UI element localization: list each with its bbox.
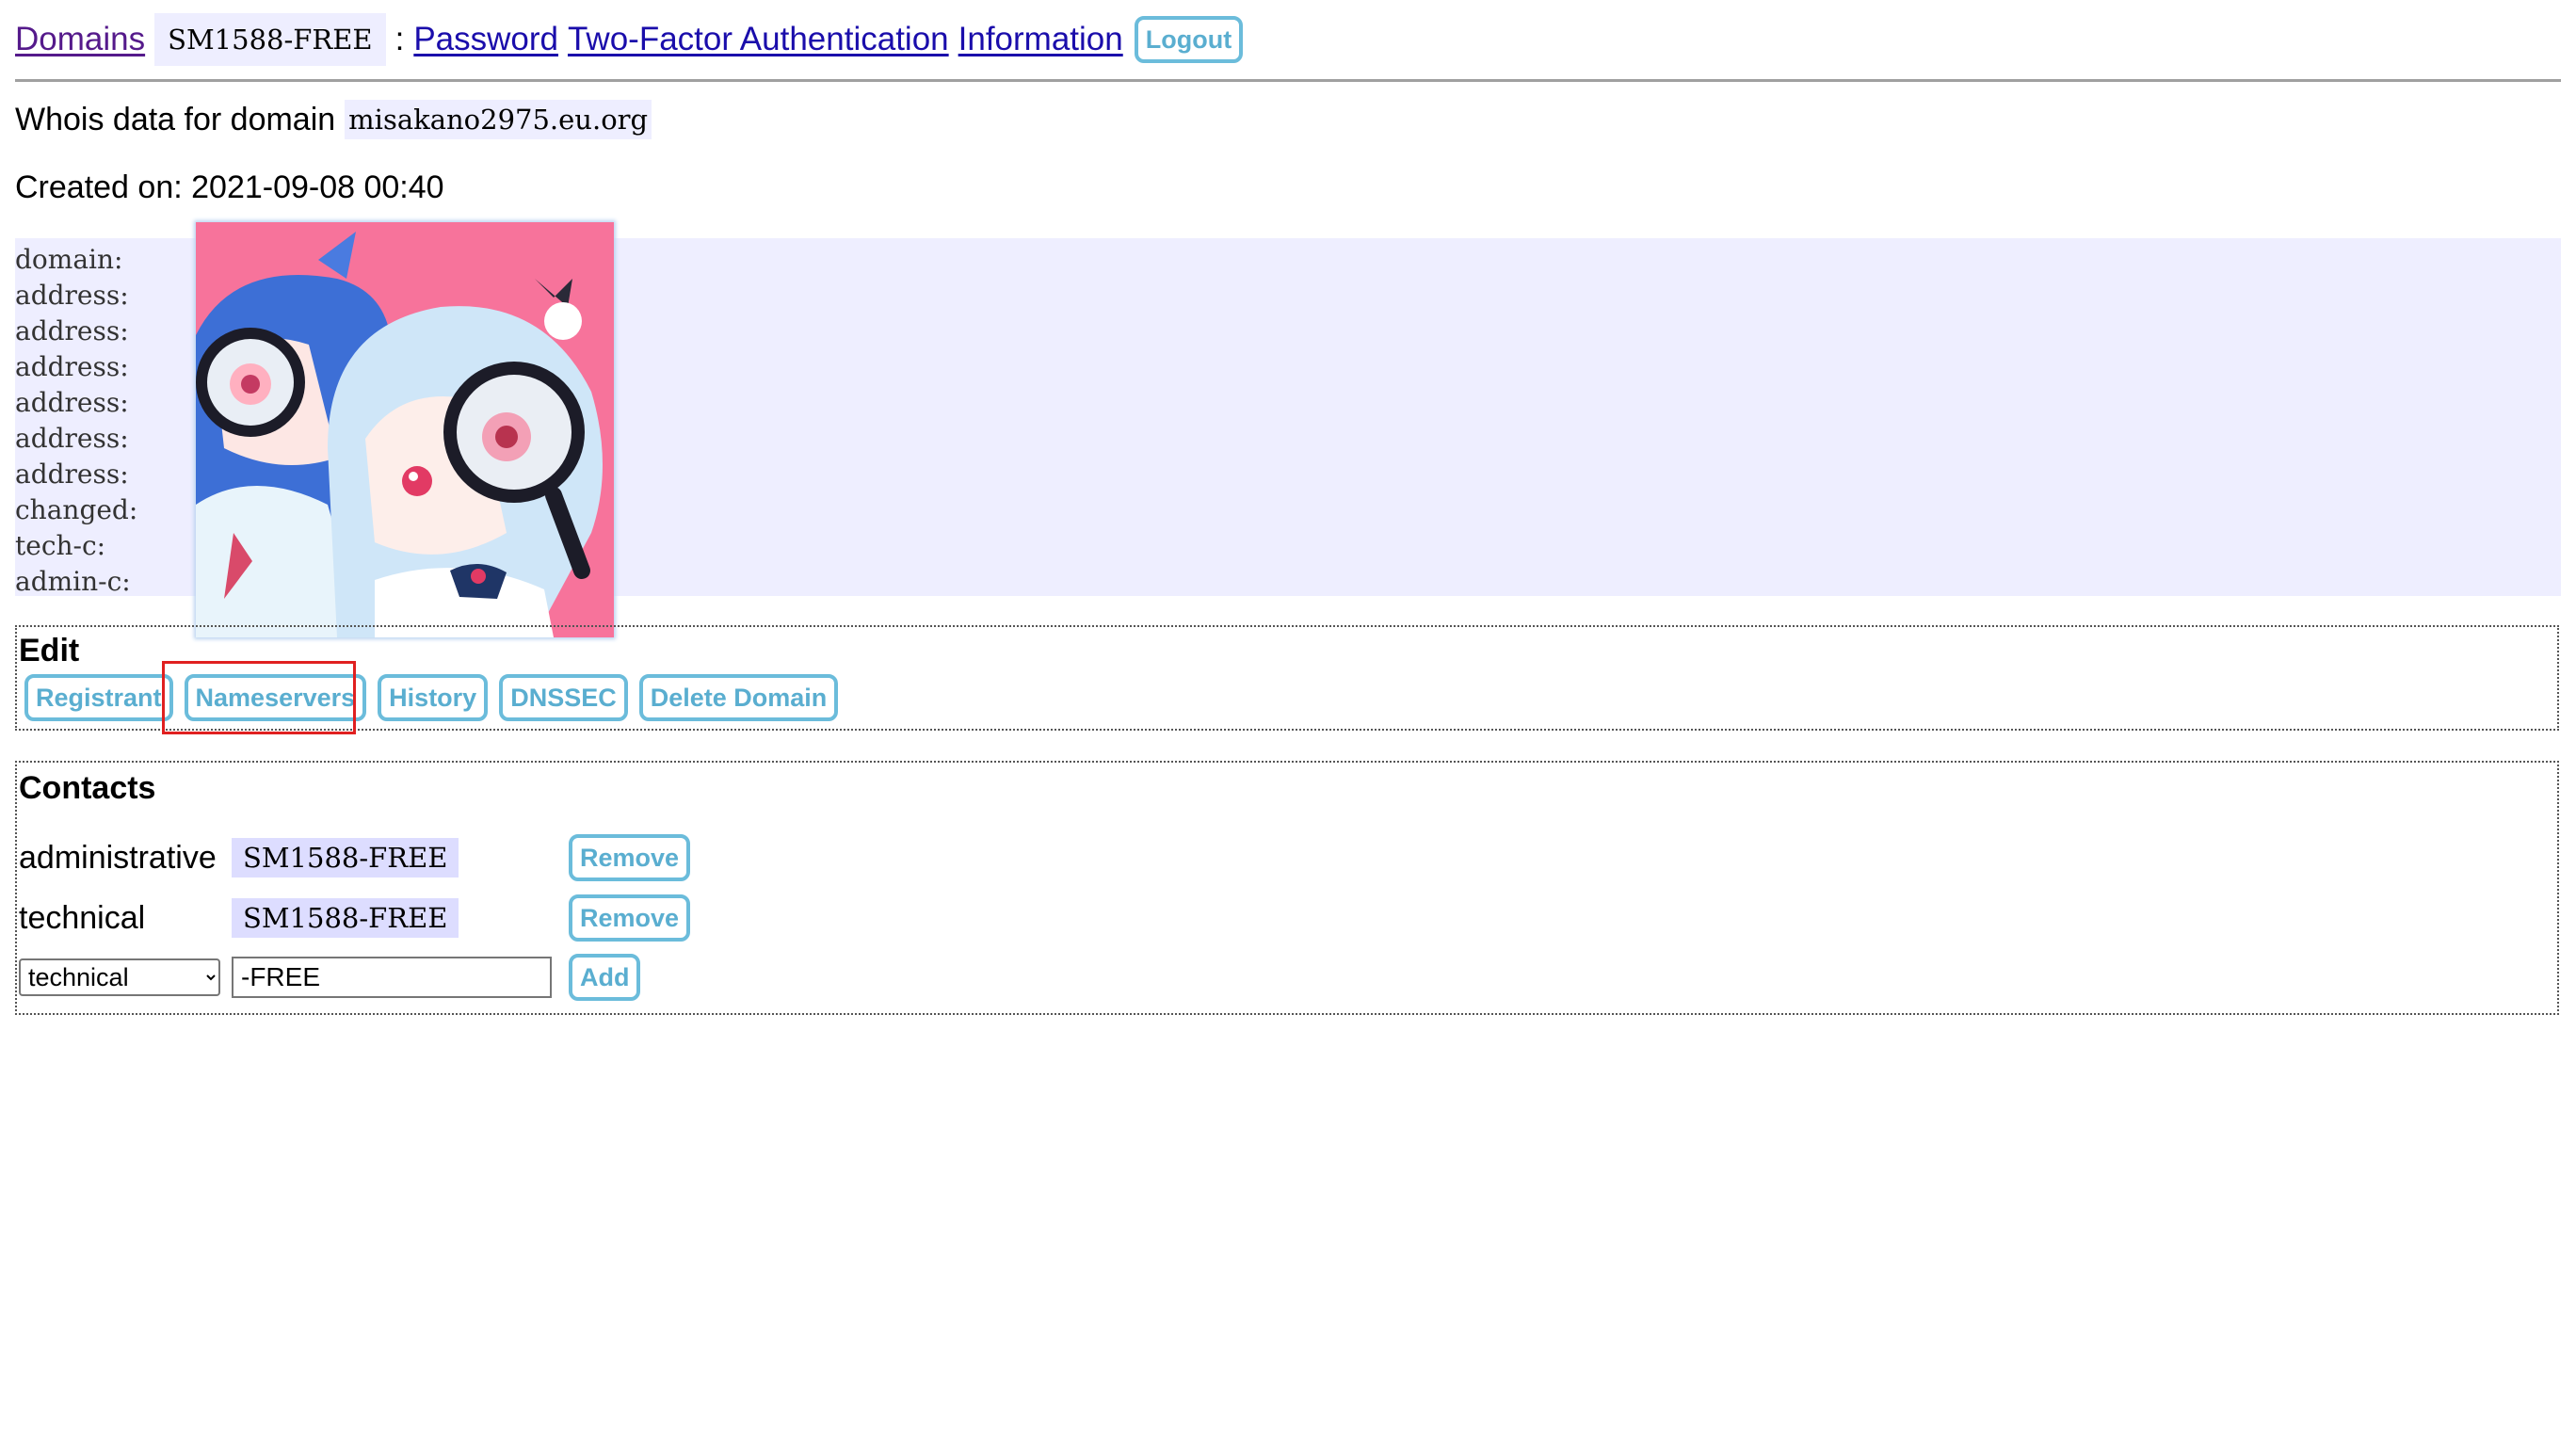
nameservers-button[interactable]: Nameservers — [184, 674, 367, 721]
remove-administrative-button[interactable]: Remove — [569, 834, 691, 881]
two-factor-link[interactable]: Two-Factor Authentication — [568, 21, 949, 58]
history-button[interactable]: History — [378, 674, 489, 721]
delete-domain-button[interactable]: Delete Domain — [638, 674, 839, 721]
dnssec-button[interactable]: DNSSEC — [499, 674, 628, 721]
contact-role: administrative — [19, 839, 217, 876]
contact-role: technical — [19, 899, 146, 936]
registrant-button[interactable]: Registrant — [24, 674, 173, 721]
contact-row-administrative: administrative SM1588-FREE Remove — [19, 834, 691, 881]
whois-heading: Whois data for domain misakano2975.eu.or… — [15, 100, 652, 139]
domains-link[interactable]: Domains — [15, 21, 145, 58]
created-line: Created on: 2021-09-08 00:40 — [15, 169, 444, 206]
add-contact-button[interactable]: Add — [569, 954, 641, 1001]
whois-intro: Whois data for domain — [15, 101, 336, 137]
edit-section: Edit Registrant Nameservers History DNSS… — [15, 625, 2559, 734]
password-link[interactable]: Password — [413, 21, 558, 58]
edit-legend: Edit — [19, 633, 80, 668]
edit-button-row: Registrant Nameservers History DNSSEC De… — [24, 674, 849, 721]
header-divider — [15, 79, 2561, 82]
top-nav: Domains SM1588-FREE : Password Two-Facto… — [15, 13, 1244, 66]
domain-name: misakano2975.eu.org — [345, 100, 652, 139]
contact-handle: SM1588-FREE — [232, 838, 459, 878]
contact-handle-input[interactable] — [232, 957, 552, 998]
chibi-characters-image — [196, 222, 614, 637]
nav-separator: : — [394, 21, 405, 57]
user-handle: SM1588-FREE — [154, 13, 386, 66]
created-label: Created on: — [15, 169, 183, 205]
contact-role-select[interactable]: technical — [19, 958, 220, 996]
contact-handle: SM1588-FREE — [232, 898, 459, 938]
add-contact-row: technical Add — [19, 954, 641, 1001]
page: Domains SM1588-FREE : Password Two-Facto… — [0, 0, 2576, 1433]
avatar-illustration — [196, 222, 614, 637]
contact-row-technical: technical SM1588-FREE Remove — [19, 894, 691, 942]
logout-button[interactable]: Logout — [1134, 16, 1244, 63]
contacts-legend: Contacts — [19, 770, 156, 806]
remove-technical-button[interactable]: Remove — [569, 894, 691, 942]
information-link[interactable]: Information — [958, 21, 1123, 58]
created-value: 2021-09-08 00:40 — [191, 169, 444, 205]
contacts-section: Contacts administrative SM1588-FREE Remo… — [15, 761, 2559, 1015]
